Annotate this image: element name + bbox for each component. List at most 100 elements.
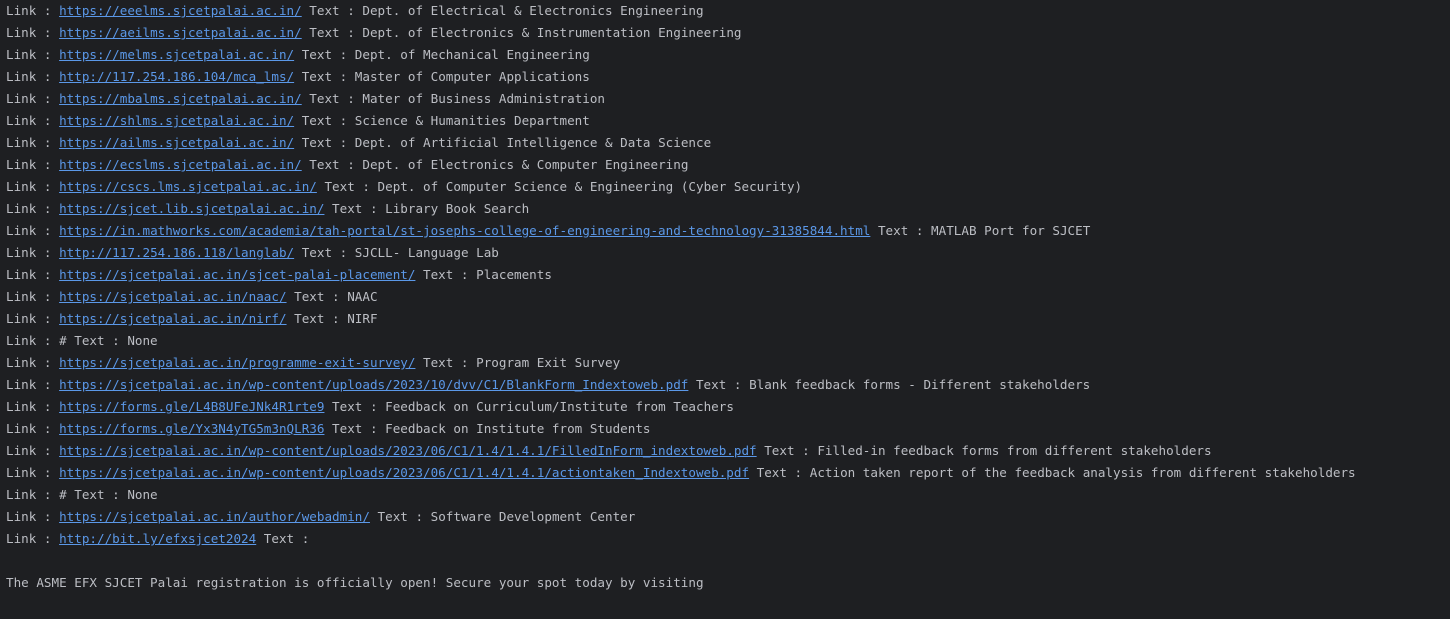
- console-link[interactable]: https://sjcetpalai.ac.in/wp-content/uplo…: [59, 377, 688, 392]
- link-prefix: Link :: [6, 443, 60, 458]
- console-line: Link : https://sjcetpalai.ac.in/nirf/ Te…: [6, 308, 1450, 330]
- text-prefix: Text :: [749, 465, 810, 480]
- console-line: Link : https://ecslms.sjcetpalai.ac.in/ …: [6, 154, 1450, 176]
- console-line: Link : https://forms.gle/L4B8UFeJNk4R1rt…: [6, 396, 1450, 418]
- text-prefix: Text :: [286, 289, 348, 304]
- link-prefix: Link :: [6, 267, 60, 282]
- link-prefix: Link :: [6, 377, 60, 392]
- console-line: Link : https://forms.gle/Yx3N4yTG5m3nQLR…: [6, 418, 1450, 440]
- link-description: Dept. of Electronics & Computer Engineer…: [362, 157, 689, 172]
- link-description: Program Exit Survey: [476, 355, 621, 370]
- text-prefix: Text :: [324, 399, 386, 414]
- link-description: SJCLL- Language Lab: [354, 245, 499, 260]
- console-link[interactable]: https://forms.gle/L4B8UFeJNk4R1rte9: [59, 399, 324, 414]
- console-line: Link : https://eeelms.sjcetpalai.ac.in/ …: [6, 0, 1450, 22]
- text-prefix: Text :: [294, 69, 355, 84]
- link-prefix: Link :: [6, 289, 60, 304]
- console-link[interactable]: https://melms.sjcetpalai.ac.in/: [59, 47, 294, 62]
- footer-message: The ASME EFX SJCET Palai registration is…: [6, 575, 704, 590]
- console-line: Link : # Text : None: [6, 484, 1450, 506]
- console-link[interactable]: https://sjcetpalai.ac.in/sjcet-palai-pla…: [59, 267, 415, 282]
- console-line: Link : https://cscs.lms.sjcetpalai.ac.in…: [6, 176, 1450, 198]
- link-description: Blank feedback forms - Different stakeho…: [749, 377, 1091, 392]
- text-prefix: Text :: [415, 355, 477, 370]
- console-line: Link : https://sjcetpalai.ac.in/naac/ Te…: [6, 286, 1450, 308]
- text-prefix: Text :: [688, 377, 750, 392]
- link-prefix: Link :: [6, 25, 60, 40]
- console-link[interactable]: http://bit.ly/efxsjcet2024: [59, 531, 256, 546]
- link-description: NAAC: [347, 289, 378, 304]
- console-link[interactable]: https://sjcetpalai.ac.in/wp-content/uplo…: [59, 443, 757, 458]
- link-description: Placements: [476, 267, 552, 282]
- console-line: Link : https://sjcetpalai.ac.in/author/w…: [6, 506, 1450, 528]
- console-link[interactable]: https://sjcetpalai.ac.in/wp-content/uplo…: [59, 465, 749, 480]
- link-prefix: Link :: [6, 421, 60, 436]
- text-prefix: Text :: [294, 113, 355, 128]
- text-prefix: Text :: [256, 531, 317, 546]
- console-link[interactable]: https://sjcet.lib.sjcetpalai.ac.in/: [59, 201, 324, 216]
- link-prefix: Link :: [6, 223, 60, 238]
- console-line: Link : https://shlms.sjcetpalai.ac.in/ T…: [6, 110, 1450, 132]
- link-prefix: Link :: [6, 531, 60, 546]
- console-link[interactable]: https://sjcetpalai.ac.in/nirf/: [59, 311, 286, 326]
- console-line: Link : https://sjcet.lib.sjcetpalai.ac.i…: [6, 198, 1450, 220]
- console-line: Link : https://sjcetpalai.ac.in/wp-conte…: [6, 374, 1450, 396]
- console-line: Link : https://ailms.sjcetpalai.ac.in/ T…: [6, 132, 1450, 154]
- console-line-text: Link : # Text : None: [6, 333, 158, 348]
- link-description: Dept. of Artificial Intelligence & Data …: [354, 135, 712, 150]
- console-link[interactable]: https://cscs.lms.sjcetpalai.ac.in/: [59, 179, 317, 194]
- console-link[interactable]: https://in.mathworks.com/academia/tah-po…: [59, 223, 870, 238]
- link-prefix: Link :: [6, 69, 60, 84]
- text-prefix: Text :: [286, 311, 348, 326]
- console-link[interactable]: http://117.254.186.118/langlab/: [59, 245, 294, 260]
- text-prefix: Text :: [294, 245, 355, 260]
- console-link[interactable]: https://forms.gle/Yx3N4yTG5m3nQLR36: [59, 421, 324, 436]
- text-prefix: Text :: [301, 157, 363, 172]
- text-prefix: Text :: [294, 47, 355, 62]
- console-link[interactable]: https://mbalms.sjcetpalai.ac.in/: [59, 91, 302, 106]
- link-description: Dept. of Electrical & Electronics Engine…: [362, 3, 704, 18]
- console-link[interactable]: http://117.254.186.104/mca_lms/: [59, 69, 294, 84]
- link-prefix: Link :: [6, 311, 60, 326]
- console-line: Link : http://117.254.186.104/mca_lms/ T…: [6, 66, 1450, 88]
- text-prefix: Text :: [301, 91, 363, 106]
- link-description: Filled-in feedback forms from different …: [817, 443, 1212, 458]
- console-link[interactable]: https://sjcetpalai.ac.in/naac/: [59, 289, 286, 304]
- console-line: Link : https://aeilms.sjcetpalai.ac.in/ …: [6, 22, 1450, 44]
- console-output: Link : https://eeelms.sjcetpalai.ac.in/ …: [0, 0, 1450, 619]
- console-link[interactable]: https://sjcetpalai.ac.in/programme-exit-…: [59, 355, 415, 370]
- text-prefix: Text :: [369, 509, 431, 524]
- link-prefix: Link :: [6, 201, 60, 216]
- link-prefix: Link :: [6, 355, 60, 370]
- link-prefix: Link :: [6, 47, 60, 62]
- console-line: Link : http://bit.ly/efxsjcet2024 Text :: [6, 528, 1450, 550]
- link-description: Dept. of Mechanical Engineering: [354, 47, 590, 62]
- console-line-text: Link : # Text : None: [6, 487, 158, 502]
- console-line: Link : https://sjcetpalai.ac.in/sjcet-pa…: [6, 264, 1450, 286]
- text-prefix: Text :: [415, 267, 477, 282]
- console-link[interactable]: https://ecslms.sjcetpalai.ac.in/: [59, 157, 302, 172]
- link-description: Library Book Search: [385, 201, 530, 216]
- link-description: Feedback on Institute from Students: [385, 421, 651, 436]
- text-prefix: Text :: [301, 25, 363, 40]
- console-line: Link : https://sjcetpalai.ac.in/wp-conte…: [6, 440, 1450, 462]
- console-link[interactable]: https://sjcetpalai.ac.in/author/webadmin…: [59, 509, 370, 524]
- text-prefix: Text :: [324, 201, 386, 216]
- link-prefix: Link :: [6, 399, 60, 414]
- console-link[interactable]: https://eeelms.sjcetpalai.ac.in/: [59, 3, 302, 18]
- console-link[interactable]: https://shlms.sjcetpalai.ac.in/: [59, 113, 294, 128]
- link-description: NIRF: [347, 311, 378, 326]
- link-prefix: Link :: [6, 509, 60, 524]
- link-prefix: Link :: [6, 157, 60, 172]
- console-line: Link : # Text : None: [6, 330, 1450, 352]
- text-prefix: Text :: [316, 179, 378, 194]
- console-line: Link : https://sjcetpalai.ac.in/wp-conte…: [6, 462, 1450, 484]
- console-line: Link : https://melms.sjcetpalai.ac.in/ T…: [6, 44, 1450, 66]
- console-link[interactable]: https://aeilms.sjcetpalai.ac.in/: [59, 25, 302, 40]
- console-link[interactable]: https://ailms.sjcetpalai.ac.in/: [59, 135, 294, 150]
- link-description: Feedback on Curriculum/Institute from Te…: [385, 399, 734, 414]
- text-prefix: Text :: [324, 421, 386, 436]
- text-prefix: Text :: [294, 135, 355, 150]
- text-prefix: Text :: [301, 3, 363, 18]
